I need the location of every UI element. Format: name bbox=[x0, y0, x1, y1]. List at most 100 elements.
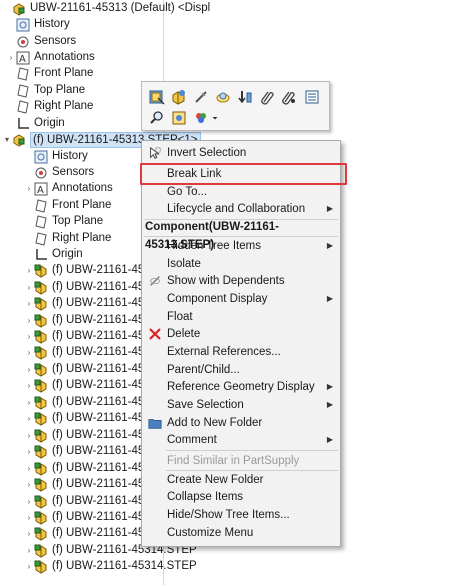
expand-arrow-icon[interactable]: › bbox=[24, 180, 34, 197]
expand-arrow-icon[interactable]: › bbox=[24, 558, 34, 575]
tree-item[interactable]: Sensors bbox=[24, 164, 94, 181]
part-icon bbox=[34, 445, 48, 459]
expand-arrow-icon[interactable]: › bbox=[24, 427, 34, 444]
expand-arrow-icon[interactable]: › bbox=[24, 410, 34, 427]
expand-arrow-icon[interactable]: › bbox=[24, 443, 34, 460]
expand-arrow-icon[interactable]: › bbox=[24, 344, 34, 361]
paperclip-icon[interactable] bbox=[257, 87, 277, 107]
part-icon bbox=[34, 396, 48, 410]
expand-arrow-icon[interactable]: › bbox=[24, 525, 34, 542]
expand-arrow-icon[interactable]: › bbox=[24, 509, 34, 526]
tree-item[interactable]: Right Plane bbox=[6, 98, 93, 115]
tree-item[interactable]: Top Plane bbox=[6, 82, 85, 99]
tree-item[interactable]: › A Annotations bbox=[6, 49, 95, 66]
invert-selection-icon bbox=[147, 145, 163, 161]
expand-arrow-icon[interactable]: › bbox=[24, 493, 34, 510]
tree-item[interactable]: Right Plane bbox=[24, 230, 111, 247]
appearance-icon[interactable] bbox=[191, 108, 211, 128]
edit-component-icon[interactable] bbox=[147, 87, 167, 107]
menu-item-parent-child[interactable]: Parent/Child... bbox=[142, 361, 340, 379]
zoom-to-selection-icon[interactable] bbox=[147, 108, 167, 128]
hide-icon[interactable] bbox=[191, 87, 211, 107]
tree-item-label: Sensors bbox=[52, 166, 95, 178]
expand-arrow-icon[interactable]: › bbox=[24, 460, 34, 477]
open-part-icon[interactable] bbox=[169, 87, 189, 107]
menu-item-external-references[interactable]: External References... bbox=[142, 343, 340, 361]
expand-arrow-icon[interactable]: › bbox=[24, 295, 34, 312]
part-icon bbox=[34, 478, 48, 492]
annotations-icon: A bbox=[34, 182, 48, 196]
tree-item[interactable]: Front Plane bbox=[6, 65, 93, 82]
tree-item-label: History bbox=[52, 150, 88, 162]
part-icon bbox=[34, 560, 48, 574]
tree-item[interactable]: Origin bbox=[6, 115, 65, 132]
history-icon bbox=[16, 18, 30, 32]
menu-item-go-to[interactable]: Go To... bbox=[142, 183, 340, 201]
menu-item-show-with-dependents[interactable]: Show with Dependents bbox=[142, 272, 340, 290]
tree-item[interactable]: › (f) UBW-21161-45314.STEP bbox=[24, 558, 197, 575]
menu-item-customize-menu[interactable]: Customize Menu bbox=[142, 524, 340, 542]
tree-item[interactable]: › A Annotations bbox=[24, 180, 113, 197]
menu-item-component-display[interactable]: Component Display ▶ bbox=[142, 290, 340, 308]
tree-item[interactable]: History bbox=[6, 16, 70, 33]
properties-icon[interactable] bbox=[302, 87, 322, 107]
plane-icon bbox=[34, 214, 48, 229]
expand-arrow-icon[interactable]: › bbox=[24, 377, 34, 394]
expand-arrow-icon[interactable]: › bbox=[6, 49, 16, 66]
part-icon bbox=[34, 297, 48, 311]
part-icon bbox=[34, 511, 48, 525]
transparency-icon[interactable] bbox=[213, 87, 233, 107]
submenu-arrow-icon: ▶ bbox=[326, 382, 333, 391]
submenu-arrow-icon: ▶ bbox=[326, 294, 333, 303]
menu-item-invert-selection[interactable]: Invert Selection bbox=[142, 144, 340, 162]
menu-item-float[interactable]: Float bbox=[142, 308, 340, 326]
tree-item-label: Top Plane bbox=[52, 215, 104, 227]
tree-item[interactable]: Origin bbox=[24, 246, 83, 263]
insert-mate-icon[interactable] bbox=[235, 87, 255, 107]
menu-item-isolate[interactable]: Isolate bbox=[142, 255, 340, 273]
menu-item-reference-geometry-display[interactable]: Reference Geometry Display ▶ bbox=[142, 378, 340, 396]
dropdown-arrow-icon[interactable] bbox=[209, 108, 221, 128]
expand-arrow-icon[interactable]: › bbox=[24, 542, 34, 559]
menu-item-create-new-folder[interactable]: Create New Folder bbox=[142, 471, 340, 489]
expand-arrow-icon[interactable]: › bbox=[24, 476, 34, 493]
expand-arrow-icon[interactable]: › bbox=[24, 279, 34, 296]
menu-item-comment[interactable]: Comment ▶ bbox=[142, 431, 340, 449]
part-icon bbox=[34, 544, 48, 558]
menu-item-hidden-tree-items[interactable]: Hidden Tree Items ▶ bbox=[142, 237, 340, 255]
expand-arrow-icon[interactable]: › bbox=[24, 394, 34, 411]
tree-item-label: Top Plane bbox=[34, 84, 86, 96]
menu-item-add-to-new-folder[interactable]: Add to New Folder bbox=[142, 414, 340, 432]
menu-item-collapse-items[interactable]: Collapse Items bbox=[142, 488, 340, 506]
tree-item-label: Right Plane bbox=[34, 100, 94, 112]
expand-arrow-icon[interactable]: › bbox=[24, 361, 34, 378]
menu-item-lifecycle[interactable]: Lifecycle and Collaboration ▶ bbox=[142, 200, 340, 218]
tree-item-label: Front Plane bbox=[34, 67, 94, 79]
tree-item[interactable]: Front Plane bbox=[24, 197, 111, 214]
menu-item-save-selection[interactable]: Save Selection ▶ bbox=[142, 396, 340, 414]
collapse-arrow-icon[interactable]: ▾ bbox=[2, 131, 12, 148]
tree-root-assembly[interactable]: UBW-21161-45313 (Default) <Displ bbox=[2, 0, 210, 17]
tree-item[interactable]: History bbox=[24, 148, 88, 165]
expand-arrow-icon[interactable]: › bbox=[24, 262, 34, 279]
plane-icon bbox=[34, 198, 48, 213]
menu-item-hide-show-tree-items[interactable]: Hide/Show Tree Items... bbox=[142, 506, 340, 524]
expand-arrow-icon[interactable]: › bbox=[24, 312, 34, 329]
tree-item[interactable]: Top Plane bbox=[24, 213, 103, 230]
paperclip-alt-icon[interactable] bbox=[279, 87, 299, 107]
isolate-icon[interactable] bbox=[169, 108, 189, 128]
part-icon bbox=[34, 281, 48, 295]
tree-item-label: Origin bbox=[52, 248, 83, 260]
highlight-annotation-box bbox=[140, 163, 347, 185]
tree-item-label: Front Plane bbox=[52, 199, 112, 211]
expand-arrow-icon[interactable]: › bbox=[24, 328, 34, 345]
menu-item-delete[interactable]: Delete bbox=[142, 325, 340, 343]
tree-item[interactable]: Sensors bbox=[6, 33, 76, 50]
